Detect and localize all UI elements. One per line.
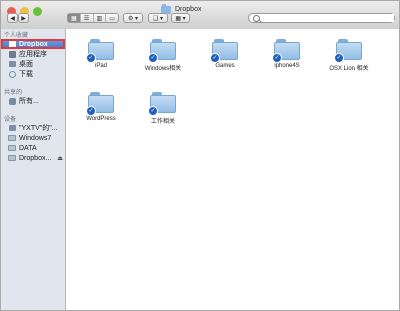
sidebar-item-desktop[interactable]: 桌面 — [1, 59, 65, 69]
sidebar-item-yxtv[interactable]: "YXTV"的"... — [1, 123, 65, 133]
sidebar-item-label: 下载 — [19, 71, 33, 78]
eject-icon[interactable]: ⏏ — [57, 155, 63, 162]
disk-icon — [8, 144, 16, 152]
window-title-text: Dropbox — [175, 6, 202, 13]
folder-dropbox-icon: ✓ — [148, 92, 176, 116]
coverflow-view-button[interactable]: ▭ — [106, 14, 118, 22]
arrange-button[interactable]: ▦ ▾ — [171, 13, 190, 23]
sidebar-section-favorites: 个人收藏 — [4, 33, 29, 39]
file-item-iphone4s[interactable]: ✓ iphone4S — [256, 37, 318, 72]
file-item-ipad[interactable]: ✓ iPad — [70, 37, 132, 72]
file-item-games[interactable]: ✓ Games — [194, 37, 256, 72]
file-grid: ✓ iPad ✓ Windows相关 ✓ Games ✓ iphone4S ✓ … — [70, 37, 390, 125]
disk-icon — [8, 134, 16, 142]
sidebar-item-data[interactable]: DATA — [1, 143, 65, 153]
sidebar-item-label: Dropbox... — [19, 154, 52, 162]
folder-dropbox-icon: ✓ — [210, 39, 238, 63]
file-label: iphone4S — [274, 63, 300, 69]
toolbar: Dropbox ◀ ▶ ▦ ☰ ▥ ▭ ⚙ ▾ ❑ ▾ ▦ ▾ — [1, 1, 399, 30]
search-icon — [253, 14, 260, 22]
sidebar-item-label: Windows7 — [19, 134, 52, 142]
sidebar-item-label: "YXTV"的"... — [19, 125, 58, 132]
list-view-button[interactable]: ☰ — [81, 14, 94, 22]
sidebar-item-dropbox-disk[interactable]: Dropbox... ⏏ — [1, 153, 65, 163]
file-label: WordPress — [86, 116, 116, 122]
back-button[interactable]: ◀ — [7, 13, 18, 23]
zoom-icon[interactable] — [33, 7, 42, 16]
arrange-icon: ▦ ▾ — [175, 15, 186, 22]
back-icon: ◀ — [10, 15, 15, 22]
downloads-icon — [8, 70, 16, 78]
applications-icon — [8, 50, 16, 58]
folder-dropbox-icon: ✓ — [334, 39, 362, 63]
search-field[interactable] — [248, 13, 395, 23]
action-menu-button[interactable]: ⚙ ▾ — [123, 13, 143, 23]
sidebar-item-label: 所有... — [19, 98, 39, 105]
sidebar-item-label: DATA — [19, 144, 37, 152]
sidebar-item-downloads[interactable]: 下载 — [1, 69, 65, 79]
sidebar-section-shared: 共享的 — [4, 90, 23, 96]
icon-view-button[interactable]: ▦ — [68, 14, 81, 22]
forward-button[interactable]: ▶ — [18, 13, 29, 23]
sidebar-item-label: 应用程序 — [19, 51, 47, 58]
finder-window: Dropbox ◀ ▶ ▦ ☰ ▥ ▭ ⚙ ▾ ❑ ▾ ▦ ▾ 个人收藏 Dro… — [0, 0, 400, 311]
dropbox-menu-button[interactable]: ❑ ▾ — [148, 13, 168, 23]
folder-dropbox-icon: ✓ — [86, 39, 114, 63]
file-label: 工作相关 — [150, 119, 175, 125]
dropbox-icon: ❑ ▾ — [152, 15, 164, 22]
sidebar-item-label: Dropbox — [19, 40, 48, 48]
network-icon — [8, 97, 16, 105]
sidebar-item-windows7[interactable]: Windows7 — [1, 133, 65, 143]
file-item-wordpress[interactable]: ✓ WordPress — [70, 90, 132, 125]
sidebar-item-applications[interactable]: 应用程序 — [1, 49, 65, 59]
file-label: Games — [215, 63, 235, 69]
forward-icon: ▶ — [21, 15, 26, 22]
gear-icon: ⚙ ▾ — [127, 15, 139, 22]
sidebar-item-dropbox[interactable]: Dropbox — [1, 39, 65, 49]
sidebar-item-all-shared[interactable]: 所有... — [1, 96, 65, 106]
sidebar-section-devices: 设备 — [4, 117, 17, 123]
dropbox-icon — [8, 40, 16, 48]
file-label: Windows相关 — [144, 66, 182, 72]
column-view-button[interactable]: ▥ — [94, 14, 107, 22]
folder-dropbox-icon: ✓ — [148, 39, 176, 63]
search-input[interactable] — [263, 14, 394, 22]
file-item-osx-lion[interactable]: ✓ OSX Lion 相关 — [318, 37, 380, 72]
folder-dropbox-icon: ✓ — [86, 92, 114, 116]
view-mode-control[interactable]: ▦ ☰ ▥ ▭ — [67, 13, 119, 23]
content-area: ✓ iPad ✓ Windows相关 ✓ Games ✓ iphone4S ✓ … — [66, 29, 399, 310]
file-label: iPad — [94, 63, 107, 69]
file-item-windows[interactable]: ✓ Windows相关 — [132, 37, 194, 72]
sidebar-item-label: 桌面 — [19, 61, 33, 68]
folder-dropbox-icon: ✓ — [272, 39, 300, 63]
disk-icon — [8, 154, 16, 162]
desktop-icon — [8, 60, 16, 68]
file-item-work[interactable]: ✓ 工作相关 — [132, 90, 194, 125]
sidebar: 个人收藏 Dropbox 应用程序 桌面 下载 共享的 所有... 设备 "YX… — [1, 29, 66, 310]
computer-icon — [8, 124, 16, 132]
file-label: OSX Lion 相关 — [329, 66, 369, 72]
